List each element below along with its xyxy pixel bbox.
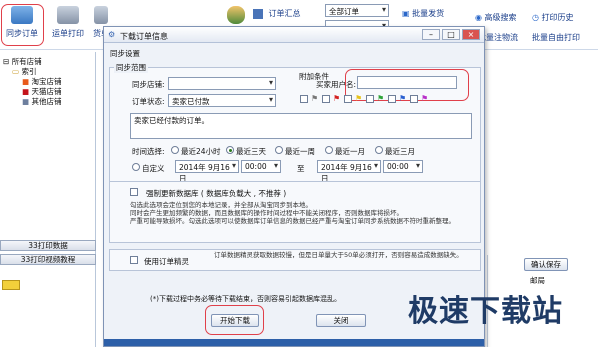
flag-checkbox-purple[interactable] [410,95,418,103]
yellow-flag-icon: ⚑ [355,94,363,103]
time-to-select[interactable]: 00:00 [383,160,423,173]
batch-ship-link[interactable]: ▣ 批量发货 [402,8,444,19]
dialog-titlebar: ⚙ 下载订单信息 – □ × [104,27,484,43]
order-status-select[interactable]: 卖家已付款 [168,94,276,107]
time-option-1w: 最近一周 [285,147,315,156]
goods-icon [94,6,108,24]
flag-checkbox-yellow[interactable] [344,95,352,103]
print-data-button[interactable]: 33打印数据 [0,240,96,251]
flag-checkbox-blue[interactable] [388,95,396,103]
sync-shop-select[interactable] [168,77,276,90]
ship-print-label: 运单打印 [52,29,84,38]
date-to-select[interactable]: 2014年 9月16日 [317,160,381,183]
tree-other[interactable]: ■ 其他店铺 [22,96,61,107]
time-radio-custom[interactable] [132,163,140,171]
printer-icon [57,6,79,24]
flag-checkbox-none[interactable] [300,95,308,103]
green-flag-icon: ⚑ [377,94,385,103]
ship-icon: ▣ [402,9,413,18]
users-icon [227,6,245,24]
taobao-icon: ■ [22,77,30,86]
tmall-label: 天猫店铺 [31,87,62,96]
time-option-24h: 最近24小时 [181,147,221,156]
use-quick-label: 使用订单精灵 [144,257,189,266]
other-shop-icon: ■ [22,97,30,106]
batch-custom-print-label: 批量自由打印 [532,33,580,42]
print-history-link[interactable]: ◷ 打印历史 [532,12,574,23]
app-icon: ⚙ [108,30,116,39]
blue-flag-icon: ⚑ [399,94,407,103]
note-icon [2,280,20,290]
sync-shop-label: 同步店铺: [132,80,165,89]
close-window-button[interactable]: × [462,29,480,40]
advanced-search-link[interactable]: ◉ 高级搜索 [475,12,517,23]
time-option-1m: 最近一月 [335,147,365,156]
order-summary-button[interactable]: 订单汇总 [253,8,313,19]
order-filter-select[interactable]: 全部订单 [325,4,389,17]
print-video-button[interactable]: 33打印视频教程 [0,254,96,265]
force-update-label: 强制更新数据库 ( 数据库负载大 , 不推荐 ) [146,189,287,198]
note-line-2: 同时会产生更加频繁的数据，而且数据库的操作时间过程中不能关闭程序，否则数据库将损… [130,209,403,217]
highlight-start [205,305,264,335]
folder-icon: ▭ [12,67,20,76]
users-button[interactable] [225,6,247,28]
shop-tree-pane: ⊟ 所有店铺 ▭ 索引 ■ 淘宝店铺 ■ 天猫店铺 ■ 其他店铺 33打印数据 … [0,52,96,347]
time-select-label: 时间选择: [132,147,165,156]
site-watermark: 极速下载站 [408,294,563,329]
minus-icon: ⊟ [3,57,10,66]
dialog-title: 下载订单信息 [120,32,168,41]
dialog-footer-bar [104,339,484,346]
gray-flag-icon: ⚑ [311,94,319,103]
print-history-label: 打印历史 [541,13,574,22]
sync-settings-header: 同步设置 [110,49,140,58]
order-status-label: 订单状态: [132,97,165,106]
highlight-buyer [345,69,469,101]
ship-print-button[interactable]: 运单打印 [48,6,88,39]
time-radio-1w[interactable] [275,146,283,154]
red-flag-icon: ⚑ [333,94,341,103]
minimize-button[interactable]: – [422,29,440,40]
mail-column-header: 邮局 [530,276,545,285]
other-label: 其他店铺 [31,97,62,106]
status-description-box: 卖家已经付款的订单。 [130,113,472,139]
flag-checkbox-green[interactable] [366,95,374,103]
time-from-select[interactable]: 00:00 [241,160,281,173]
batch-ship-label: 批量发货 [412,9,445,18]
custom-label: 自定义 [142,164,165,173]
to-label: 至 [297,164,305,173]
flag-checkbox-red[interactable] [322,95,330,103]
note-line-3: 严重可能导致损坏。勾选此选项可以使数据库订单信息的数据已经严重与淘宝订单同步系统… [130,217,455,225]
search-icon: ◉ [475,13,485,22]
use-quick-checkbox[interactable] [130,256,138,264]
advanced-search-label: 高级搜索 [484,13,517,22]
index-label: 索引 [21,67,37,76]
taobao-label: 淘宝店铺 [31,77,62,86]
confirm-save-button[interactable]: 确认保存 [524,258,568,271]
time-radio-24h[interactable] [171,146,179,154]
note-line-1: 勾选此选项会定位到您的本地记录，并全部从淘宝同步到本地。 [130,201,312,209]
force-update-checkbox[interactable] [130,188,138,196]
tmall-icon: ■ [22,87,30,96]
summary-icon [253,8,263,19]
time-radio-1m[interactable] [325,146,333,154]
all-shops-label: 所有店铺 [11,57,42,66]
history-icon: ◷ [532,13,542,22]
sync-range-label: 同步范围 [114,62,148,73]
time-radio-3d[interactable] [226,146,234,154]
batch-custom-print-link[interactable]: 批量自由打印 [532,32,580,43]
highlight-sync [1,4,44,46]
time-option-3m: 最近三月 [385,147,415,156]
maximize-button[interactable]: □ [442,29,460,40]
purple-flag-icon: ⚑ [421,94,429,103]
close-dialog-button[interactable]: 关闭 [316,314,366,327]
date-from-select[interactable]: 2014年 9月16日 [175,160,239,183]
time-option-3d: 最近三天 [236,147,266,156]
quick-note: 订单数据精灵获取数据较慢，但是日单量大于50单必须打开，否则容易造成数据缺失。 [214,251,463,259]
time-radio-3m[interactable] [375,146,383,154]
order-summary-label: 订单汇总 [268,9,301,18]
download-warning: (*)下载过程中务必等待下载结束，否则容易引起数据库混乱。 [150,295,341,303]
force-update-note: 勾选此选项会定位到您的本地记录，并全部从淘宝同步到本地。 同时会产生更加频繁的数… [130,201,475,225]
